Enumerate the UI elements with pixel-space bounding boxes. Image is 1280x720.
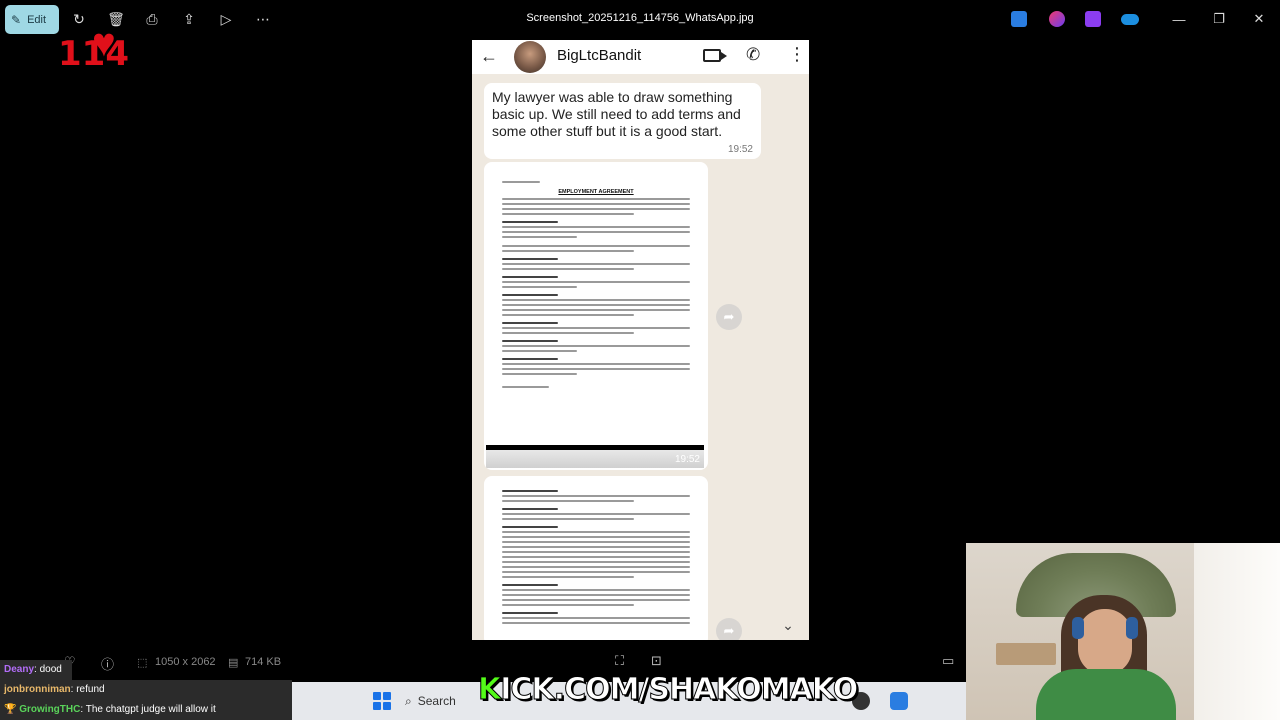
- file-size: 714 KB: [245, 656, 282, 668]
- phone-call-icon[interactable]: ✆: [746, 45, 760, 65]
- actual-size-icon[interactable]: ⊡: [651, 653, 662, 669]
- photos-titlebar: ✎ Edit ↻ 🗑 ⎙ ⇪ ▷ ⋯ Screenshot_20251216_1…: [0, 0, 1280, 38]
- start-icon[interactable]: [373, 692, 391, 710]
- stream-url-overlay: KICK.COM/SHAKOMAKO: [477, 672, 859, 708]
- chat-message: Deany: dood: [0, 660, 72, 680]
- more-vertical-icon[interactable]: ⋮: [788, 44, 806, 65]
- heart-icon: ♥: [92, 21, 116, 65]
- clipchamp-icon[interactable]: [1085, 11, 1101, 27]
- screen: ✎ Edit ↻ 🗑 ⎙ ⇪ ▷ ⋯ Screenshot_20251216_1…: [0, 0, 1280, 720]
- chat-header: ← BigLtcBandit ✆ ⋮: [472, 40, 809, 74]
- chat-message: 🏆 GrowingTHC: The chatgpt judge will all…: [0, 700, 292, 720]
- photos-app-icon[interactable]: [890, 692, 908, 710]
- chat-text: : refund: [70, 684, 105, 695]
- document-time: 19:52: [674, 454, 700, 465]
- taskbar-search[interactable]: ⌕ Search: [405, 691, 475, 711]
- document-bubble-2[interactable]: [484, 476, 708, 640]
- copilot-icon[interactable]: [1049, 11, 1065, 27]
- chat-username: GrowingTHC: [19, 704, 81, 715]
- close-icon[interactable]: ✕: [1250, 10, 1268, 28]
- restore-icon[interactable]: ❐: [1210, 10, 1228, 28]
- onedrive-icon[interactable]: [1121, 14, 1139, 25]
- contact-name[interactable]: BigLtcBandit: [557, 47, 641, 64]
- back-arrow-icon[interactable]: ←: [480, 46, 498, 67]
- image-dimensions: 1050 x 2062: [155, 656, 216, 668]
- fullscreen-icon[interactable]: ▭: [942, 653, 954, 669]
- document-preview: EMPLOYMENT AGREEMENT: [488, 166, 704, 442]
- forward-icon[interactable]: ➦: [716, 304, 742, 330]
- avatar[interactable]: [514, 41, 546, 73]
- designer-icon[interactable]: [1011, 11, 1027, 27]
- file-size-icon: ▤: [228, 657, 239, 669]
- chat-text: : The chatgpt judge will allow it: [80, 704, 216, 715]
- minimize-icon[interactable]: —: [1170, 10, 1188, 28]
- zoom-fit-icon[interactable]: ⛶: [615, 653, 624, 669]
- chat-username: Deany: [4, 664, 35, 675]
- chat-username: jonbronniman: [4, 684, 71, 695]
- headset-icon: [1072, 617, 1084, 639]
- chat-message: jonbronniman: refund: [0, 680, 292, 700]
- message-time: 19:52: [727, 144, 753, 155]
- info-icon[interactable]: ⓘ: [101, 654, 114, 673]
- chat-text: : dood: [34, 664, 62, 675]
- kick-prefix: K: [477, 672, 501, 708]
- whatsapp-screenshot: ← BigLtcBandit ✆ ⋮ My lawyer was able to…: [472, 40, 809, 640]
- forward-icon-2[interactable]: ➦: [716, 618, 742, 640]
- webcam-feed: [966, 543, 1280, 720]
- message-bubble: My lawyer was able to draw something bas…: [484, 83, 761, 159]
- chevron-down-icon[interactable]: ⌄: [778, 615, 798, 635]
- search-icon: ⌕: [405, 693, 412, 708]
- chat-badge-icon: 🏆: [4, 704, 20, 715]
- streamer-face: [1078, 609, 1132, 675]
- kick-url: ICK.COM/SHAKOMAKO: [500, 672, 859, 708]
- message-text: My lawyer was able to draw something bas…: [492, 89, 741, 139]
- document-bubble[interactable]: EMPLOYMENT AGREEMENT 19:52: [484, 162, 708, 470]
- search-label: Search: [417, 694, 456, 708]
- image-dimensions-icon: ⬚: [137, 657, 148, 669]
- document-title: EMPLOYMENT AGREEMENT: [558, 189, 634, 195]
- video-call-icon[interactable]: [703, 49, 727, 62]
